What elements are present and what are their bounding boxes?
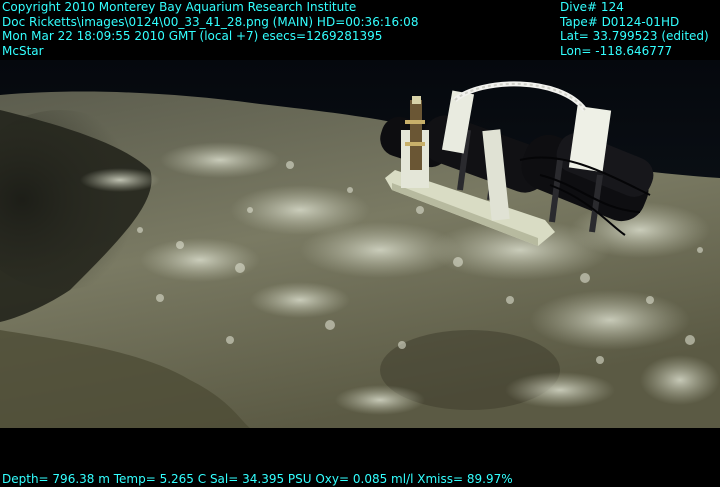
header-overlay: Copyright 2010 Monterey Bay Aquarium Res… (2, 0, 418, 58)
dive-number: Dive# 124 (560, 0, 624, 14)
sensor-readout: Depth= 796.38 m Temp= 5.265 C Sal= 34.39… (2, 472, 513, 486)
camera-label: McStar (2, 43, 44, 58)
copyright-line: Copyright 2010 Monterey Bay Aquarium Res… (2, 0, 357, 14)
timestamp-line: Mon Mar 22 18:09:55 2010 GMT (local +7) … (2, 29, 383, 43)
image-path-line: Doc Ricketts\images\0124\00_33_41_28.png… (2, 14, 419, 29)
tape-number: Tape# D0124-01HD (560, 14, 680, 29)
latitude: Lat= 33.799523 (edited) (560, 29, 709, 43)
dive-info-overlay: Dive# 124 Tape# D0124-01HD Lat= 33.79952… (560, 0, 709, 58)
seafloor-scene (0, 0, 720, 486)
longitude: Lon= -118.646777 (560, 43, 673, 58)
